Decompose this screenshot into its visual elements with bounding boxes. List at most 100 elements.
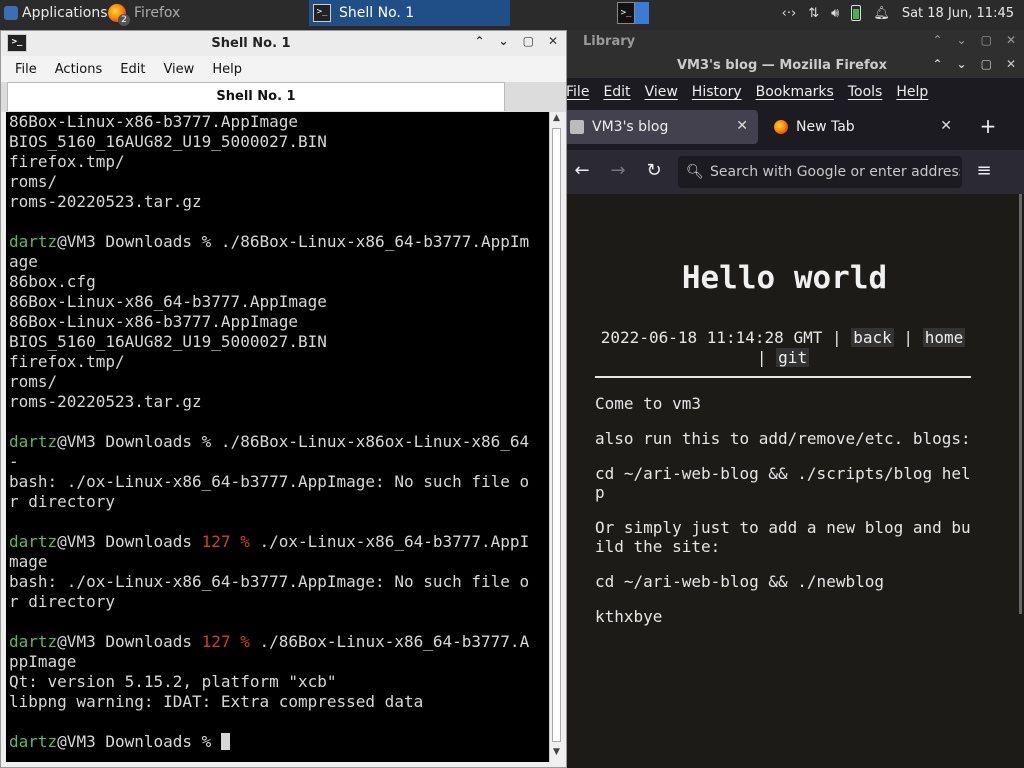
maximize-icon[interactable]: ▢: [523, 34, 534, 48]
terminal-output[interactable]: 86Box-Linux-x86-b3777.AppImage BIOS_5160_…: [6, 112, 549, 762]
terminal-line: roms/: [9, 172, 549, 192]
chevron-down-icon[interactable]: ⌄: [499, 34, 509, 48]
tab-new-tab[interactable]: New Tab ✕: [766, 110, 962, 144]
forward-arrow-icon[interactable]: →: [606, 160, 630, 184]
volume-icon[interactable]: 🔊︎: [831, 6, 839, 21]
back-arrow-icon[interactable]: ←: [570, 160, 594, 184]
clock[interactable]: Sat 18 Jun, 11:45: [902, 6, 1014, 21]
new-tab-plus-icon[interactable]: +: [976, 114, 1000, 140]
taskbar-firefox-button[interactable]: 2 Firefox: [108, 0, 306, 26]
scroll-up-icon[interactable]: ▲: [550, 113, 563, 127]
terminal-text: libpng warning: IDAT: Extra compressed d…: [9, 692, 424, 711]
library-window-titlebar[interactable]: Library ⌃ ⌄ ▢ ✕: [567, 30, 1024, 55]
tab-close-icon[interactable]: ✕: [940, 118, 952, 134]
terminal-line: BIOS_5160_16AUG82_U19_5000027.BIN: [9, 332, 549, 352]
paragraph: kthxbye: [595, 607, 663, 626]
menu-help[interactable]: Help: [212, 62, 242, 77]
firefox-tabstrip: VM3's blog ✕ New Tab ✕ +: [562, 106, 1024, 150]
git-link[interactable]: git: [776, 348, 810, 367]
network-arrows-icon[interactable]: ‹·›: [782, 6, 797, 21]
paragraph: also run this to add/remove/etc. blogs:: [595, 429, 971, 448]
minimize-icon[interactable]: ⌃: [932, 57, 942, 71]
terminal-text: roms/: [9, 372, 58, 391]
terminal-text: mage: [9, 552, 48, 571]
prompt-user: dartz: [9, 532, 58, 551]
terminal-text: bash: ./ox-Linux-x86_64-b3777.AppImage: …: [9, 572, 530, 591]
menu-tools[interactable]: Tools: [848, 84, 883, 100]
tab-close-icon[interactable]: ✕: [736, 118, 748, 134]
menu-view[interactable]: View: [163, 62, 194, 77]
post-body: Come to vm3 also run this to add/remove/…: [595, 394, 971, 642]
firefox-icon: 2: [108, 4, 130, 26]
terminal-line: BIOS_5160_16AUG82_U19_5000027.BIN: [9, 132, 549, 152]
back-link[interactable]: back: [851, 328, 894, 347]
terminal-text: bash: ./ox-Linux-x86_64-b3777.AppImage: …: [9, 472, 530, 491]
minimize-icon[interactable]: ⌃: [932, 33, 942, 47]
taskbar-shell-button[interactable]: >_ Shell No. 1: [309, 0, 510, 26]
terminal-text: roms-20220523.tar.gz: [9, 392, 202, 411]
terminal-text: @VM3 Downloads % ./86Box-Linux-x86ox-Lin…: [57, 432, 530, 451]
firefox-titlebar[interactable]: VM3's blog — Mozilla Firefox ⌃ ⌄ ▢ ✕: [562, 54, 1024, 78]
firefox-window-title: VM3's blog — Mozilla Firefox: [677, 58, 887, 73]
workspace-2[interactable]: [635, 2, 649, 24]
menu-actions[interactable]: Actions: [55, 62, 103, 77]
reload-icon[interactable]: ↻: [642, 160, 666, 184]
close-icon[interactable]: ✕: [548, 34, 558, 48]
scroll-down-icon[interactable]: ▼: [550, 747, 563, 761]
firefox-menubar: File Edit View History Bookmarks Tools H…: [562, 78, 1024, 106]
menu-history[interactable]: History: [692, 84, 742, 100]
web-page-content: Hello world 2022-06-18 11:14:28 GMT | ba…: [562, 194, 1024, 768]
maximize-icon[interactable]: ▢: [981, 57, 992, 71]
menu-edit[interactable]: Edit: [120, 62, 145, 77]
terminal-text: age: [9, 252, 38, 271]
terminal-text: firefox.tmp/: [9, 152, 125, 171]
tab-vm3-blog[interactable]: VM3's blog ✕: [562, 110, 758, 144]
home-link[interactable]: home: [922, 328, 966, 347]
chevron-down-icon[interactable]: ⌄: [957, 33, 967, 47]
firefox-navbar: ← → ↻ 🔍︎ ≡: [562, 150, 1024, 194]
workspace-1-terminal-icon[interactable]: >_: [617, 2, 635, 24]
maximize-icon[interactable]: ▢: [981, 33, 992, 47]
close-icon[interactable]: ✕: [1006, 57, 1016, 71]
page-scrollbar[interactable]: [1014, 194, 1024, 614]
terminal-text: 86Box-Linux-x86_64-b3777.AppImage: [9, 292, 327, 311]
terminal-text: BIOS_5160_16AUG82_U19_5000027.BIN: [9, 132, 327, 151]
terminal-scrollbar[interactable]: ▲ ▼: [549, 112, 563, 762]
terminal-line: 86Box-Linux-x86-b3777.AppImage: [9, 112, 549, 132]
url-bar[interactable]: 🔍︎: [678, 156, 962, 188]
menu-file[interactable]: File: [15, 62, 37, 77]
applications-label: Applications: [22, 5, 108, 21]
firefox-window-buttons: ⌃ ⌄ ▢ ✕: [932, 57, 1016, 71]
menu-bookmarks[interactable]: Bookmarks: [756, 84, 834, 100]
terminal-text: ./86Box-Linux-x86_64-b3777.A: [249, 632, 530, 651]
scrollbar-thumb[interactable]: [1019, 194, 1022, 614]
notification-bell-icon[interactable]: 🔔︎: [873, 6, 890, 21]
terminal-line: mage: [9, 552, 549, 572]
terminal-line: libpng warning: IDAT: Extra compressed d…: [9, 692, 549, 712]
menu-file[interactable]: File: [566, 84, 589, 100]
hamburger-menu-icon[interactable]: ≡: [972, 160, 996, 184]
applications-menu-button[interactable]: Applications: [0, 0, 108, 26]
close-icon[interactable]: ✕: [1006, 33, 1016, 47]
terminal-tab[interactable]: Shell No. 1: [7, 82, 505, 111]
terminal-line: firefox.tmp/: [9, 352, 549, 372]
minimize-icon[interactable]: ⌃: [474, 34, 484, 48]
url-input[interactable]: [710, 164, 960, 180]
menu-view[interactable]: View: [645, 84, 678, 100]
terminal-text: Qt: version 5.15.2, platform "xcb": [9, 672, 337, 691]
menu-help[interactable]: Help: [896, 84, 928, 100]
menu-edit[interactable]: Edit: [603, 84, 630, 100]
terminal-text: roms/: [9, 172, 58, 191]
workspace-switcher[interactable]: >_: [617, 0, 651, 26]
terminal-line: -: [9, 452, 549, 472]
terminal-line: firefox.tmp/: [9, 152, 549, 172]
terminal-titlebar[interactable]: >_ Shell No. 1 ⌃ ⌄ ▢ ✕: [1, 31, 566, 56]
battery-icon[interactable]: [851, 5, 862, 21]
scrollbar-thumb[interactable]: [552, 128, 561, 742]
terminal-line: dartz@VM3 Downloads 127 % ./86Box-Linux-…: [9, 632, 549, 652]
chevron-down-icon[interactable]: ⌄: [957, 57, 967, 71]
network-transfer-icon[interactable]: ⇅: [808, 6, 819, 21]
terminal-line: 86box.cfg: [9, 272, 549, 292]
prompt-user: dartz: [9, 432, 58, 451]
